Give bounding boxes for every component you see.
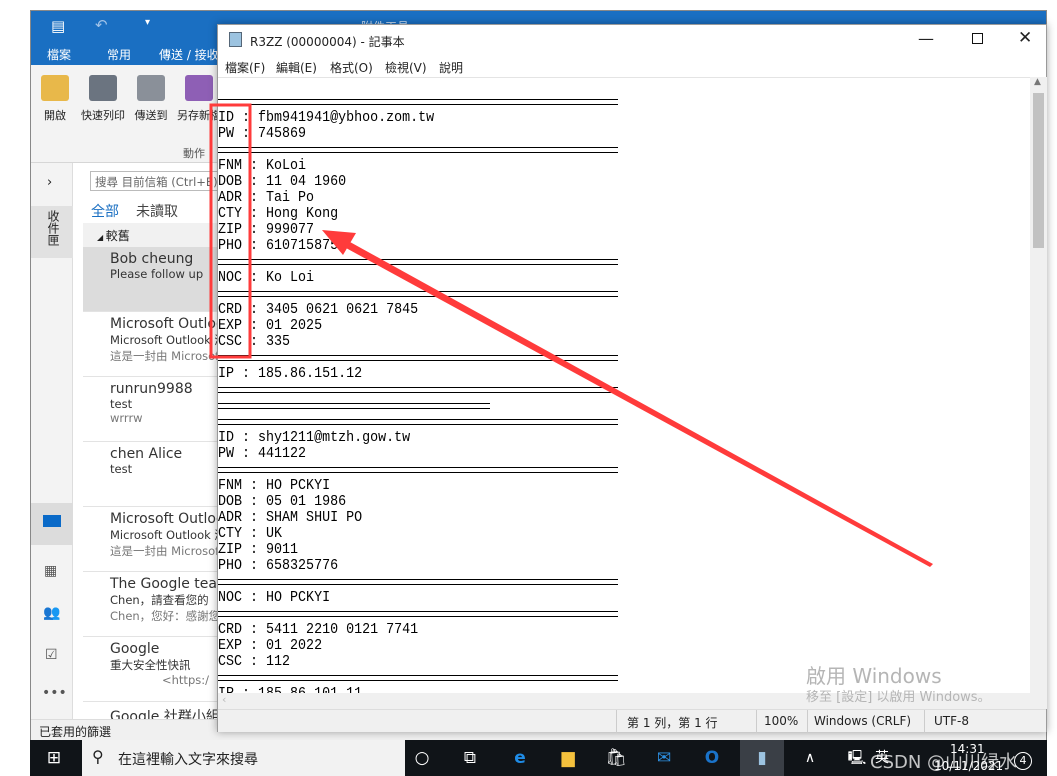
- store-icon[interactable]: 🛍: [604, 746, 628, 770]
- outlook-icon[interactable]: O: [700, 746, 724, 770]
- chevron-up-icon[interactable]: ∧: [798, 746, 822, 770]
- windows-start-icon[interactable]: ⊞: [42, 746, 66, 770]
- cortana-icon[interactable]: ○: [410, 746, 434, 770]
- task-view-icon[interactable]: ⧉: [458, 746, 482, 770]
- search-icon: ⚲: [92, 747, 104, 766]
- edge-icon[interactable]: e: [508, 746, 532, 770]
- activate-windows-title: 啟用 Windows: [806, 664, 942, 688]
- mail-app-icon[interactable]: ✉: [652, 746, 676, 770]
- search-placeholder: 在這裡輸入文字來搜尋: [118, 752, 258, 768]
- network-icon[interactable]: 🖳: [845, 746, 869, 770]
- activate-windows-hint: 移至 [設定] 以啟用 Windows。: [806, 690, 991, 705]
- highlight-box: [209, 103, 252, 359]
- file-explorer-icon[interactable]: ▆: [556, 746, 580, 770]
- notepad-taskbar-icon: ▮: [757, 748, 767, 768]
- notepad-taskbar-button[interactable]: ▮: [740, 740, 784, 776]
- taskbar-search[interactable]: ⚲ 在這裡輸入文字來搜尋: [82, 740, 405, 776]
- csdn-watermark: CSDN @山川绿水: [870, 752, 1018, 773]
- arrow-shaft: [346, 242, 933, 567]
